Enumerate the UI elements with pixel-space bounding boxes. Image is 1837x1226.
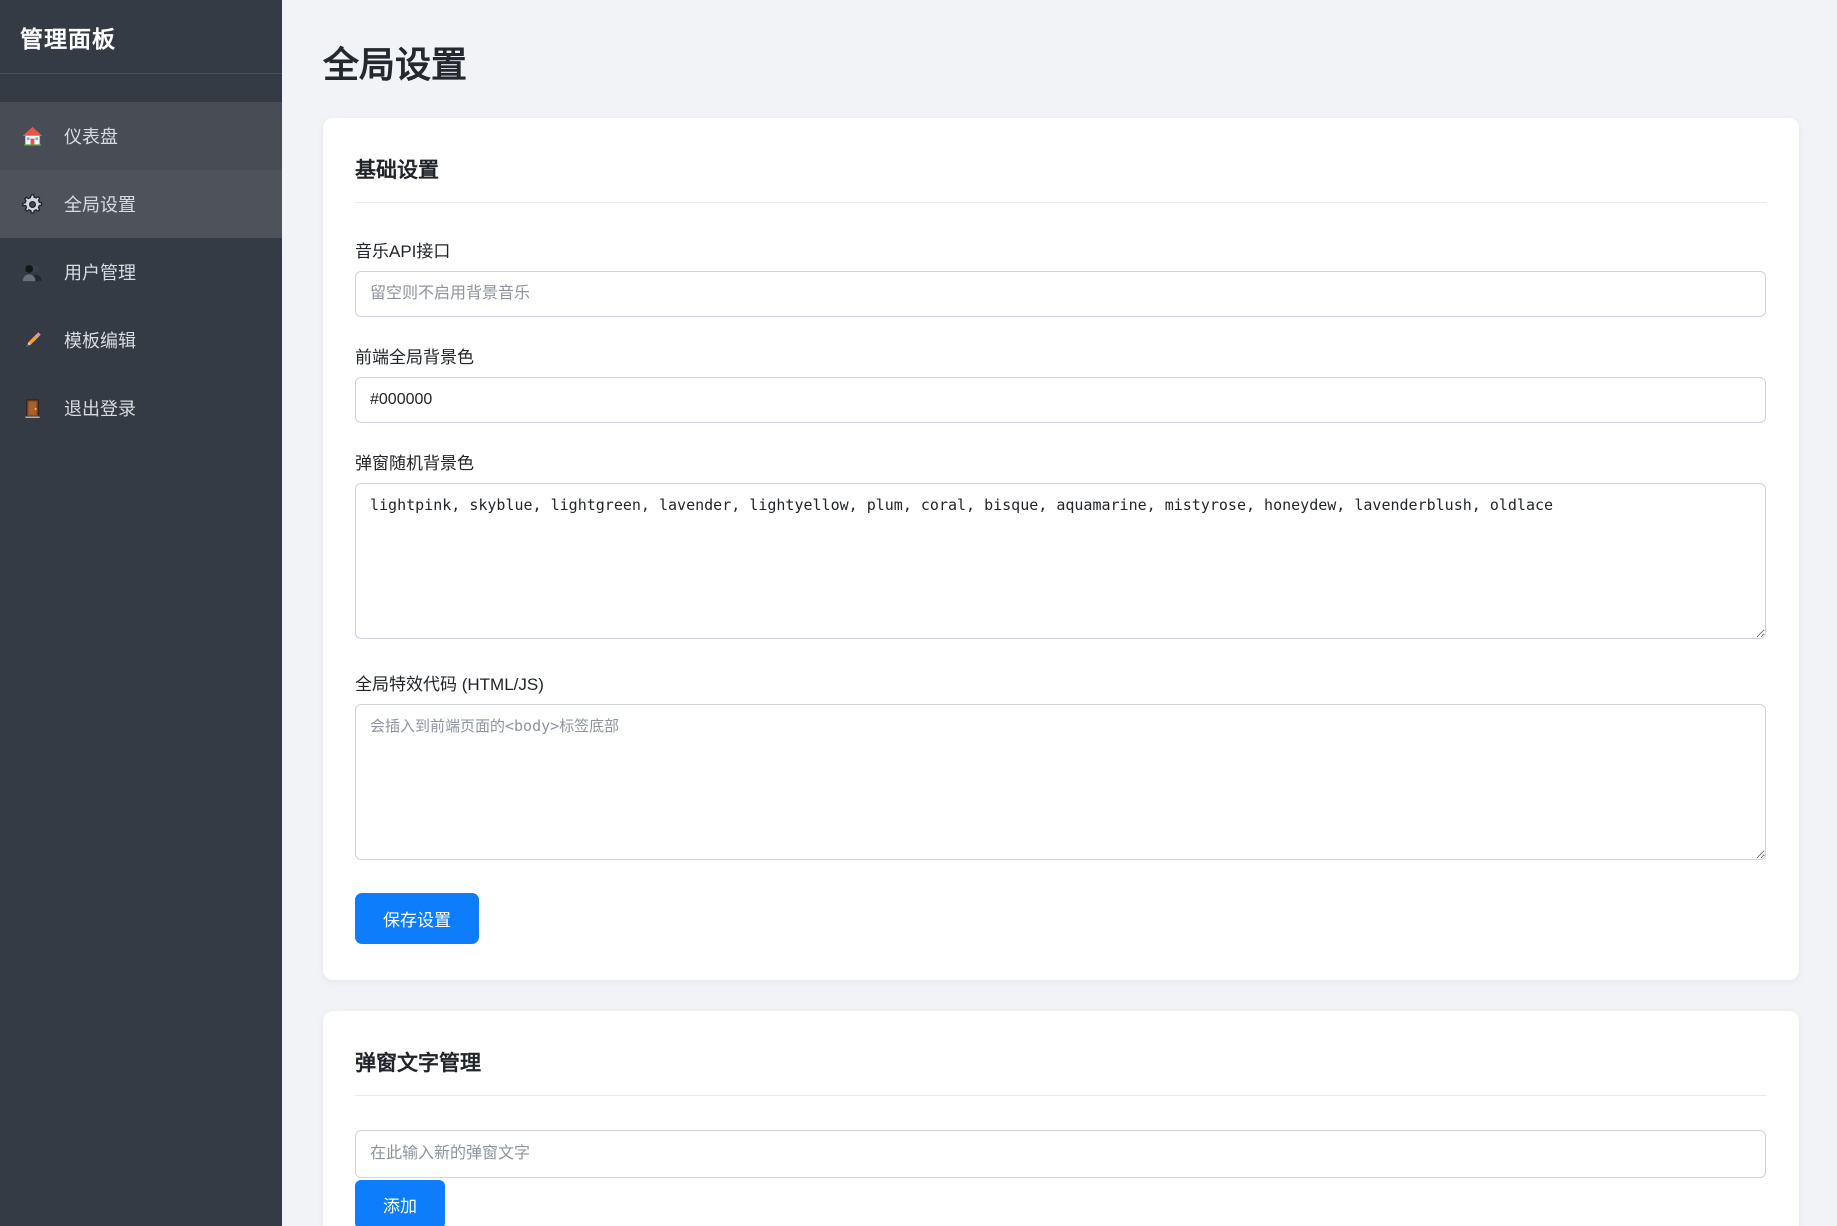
music-api-group: 音乐API接口 <box>355 237 1766 317</box>
sidebar-item-dashboard[interactable]: 仪表盘 <box>0 102 282 170</box>
new-popup-text-input[interactable] <box>355 1130 1766 1178</box>
page-title: 全局设置 <box>323 36 1799 88</box>
sidebar-item-label: 用户管理 <box>64 259 136 285</box>
popup-colors-group: 弹窗随机背景色 lightpink, skyblue, lightgreen, … <box>355 449 1766 644</box>
bg-color-group: 前端全局背景色 <box>355 343 1766 423</box>
app-window: 管理面板 仪表盘 <box>0 0 1837 1226</box>
sidebar-item-template-editor[interactable]: 模板编辑 <box>0 306 282 374</box>
basic-settings-title: 基础设置 <box>355 154 1766 203</box>
gear-icon <box>20 192 44 216</box>
pencil-icon <box>20 328 44 352</box>
effects-code-label: 全局特效代码 (HTML/JS) <box>355 670 1766 695</box>
effects-code-group: 全局特效代码 (HTML/JS) <box>355 670 1766 865</box>
popup-text-card: 弹窗文字管理 添加 <box>323 1011 1799 1226</box>
sidebar-item-label: 模板编辑 <box>64 327 136 353</box>
sidebar-item-label: 仪表盘 <box>64 123 118 149</box>
users-icon <box>20 260 44 284</box>
add-popup-text-button[interactable]: 添加 <box>355 1180 445 1226</box>
sidebar: 管理面板 仪表盘 <box>0 0 282 1226</box>
sidebar-item-user-management[interactable]: 用户管理 <box>0 238 282 306</box>
sidebar-header: 管理面板 <box>0 0 282 74</box>
effects-code-textarea[interactable] <box>355 704 1766 860</box>
main-content: 全局设置 基础设置 音乐API接口 前端全局背景色 弹窗随机背景色 lightp… <box>282 0 1837 1226</box>
music-api-label: 音乐API接口 <box>355 237 1766 262</box>
popup-colors-label: 弹窗随机背景色 <box>355 449 1766 474</box>
house-icon <box>20 124 44 148</box>
basic-settings-body: 音乐API接口 前端全局背景色 弹窗随机背景色 lightpink, skybl… <box>355 203 1766 944</box>
bg-color-label: 前端全局背景色 <box>355 343 1766 368</box>
sidebar-nav: 仪表盘 全局设置 <box>0 74 282 442</box>
save-settings-button[interactable]: 保存设置 <box>355 893 479 944</box>
bg-color-input[interactable] <box>355 377 1766 423</box>
music-api-input[interactable] <box>355 271 1766 317</box>
basic-settings-card: 基础设置 音乐API接口 前端全局背景色 弹窗随机背景色 lightpink, … <box>323 118 1799 980</box>
door-icon <box>20 396 44 420</box>
app-title: 管理面板 <box>20 20 116 54</box>
sidebar-item-label: 全局设置 <box>64 191 136 217</box>
sidebar-item-logout[interactable]: 退出登录 <box>0 374 282 442</box>
popup-text-title: 弹窗文字管理 <box>355 1047 1766 1096</box>
sidebar-item-global-settings[interactable]: 全局设置 <box>0 170 282 238</box>
popup-colors-textarea[interactable]: lightpink, skyblue, lightgreen, lavender… <box>355 483 1766 639</box>
popup-text-body: 添加 <box>355 1096 1766 1226</box>
sidebar-item-label: 退出登录 <box>64 395 136 421</box>
